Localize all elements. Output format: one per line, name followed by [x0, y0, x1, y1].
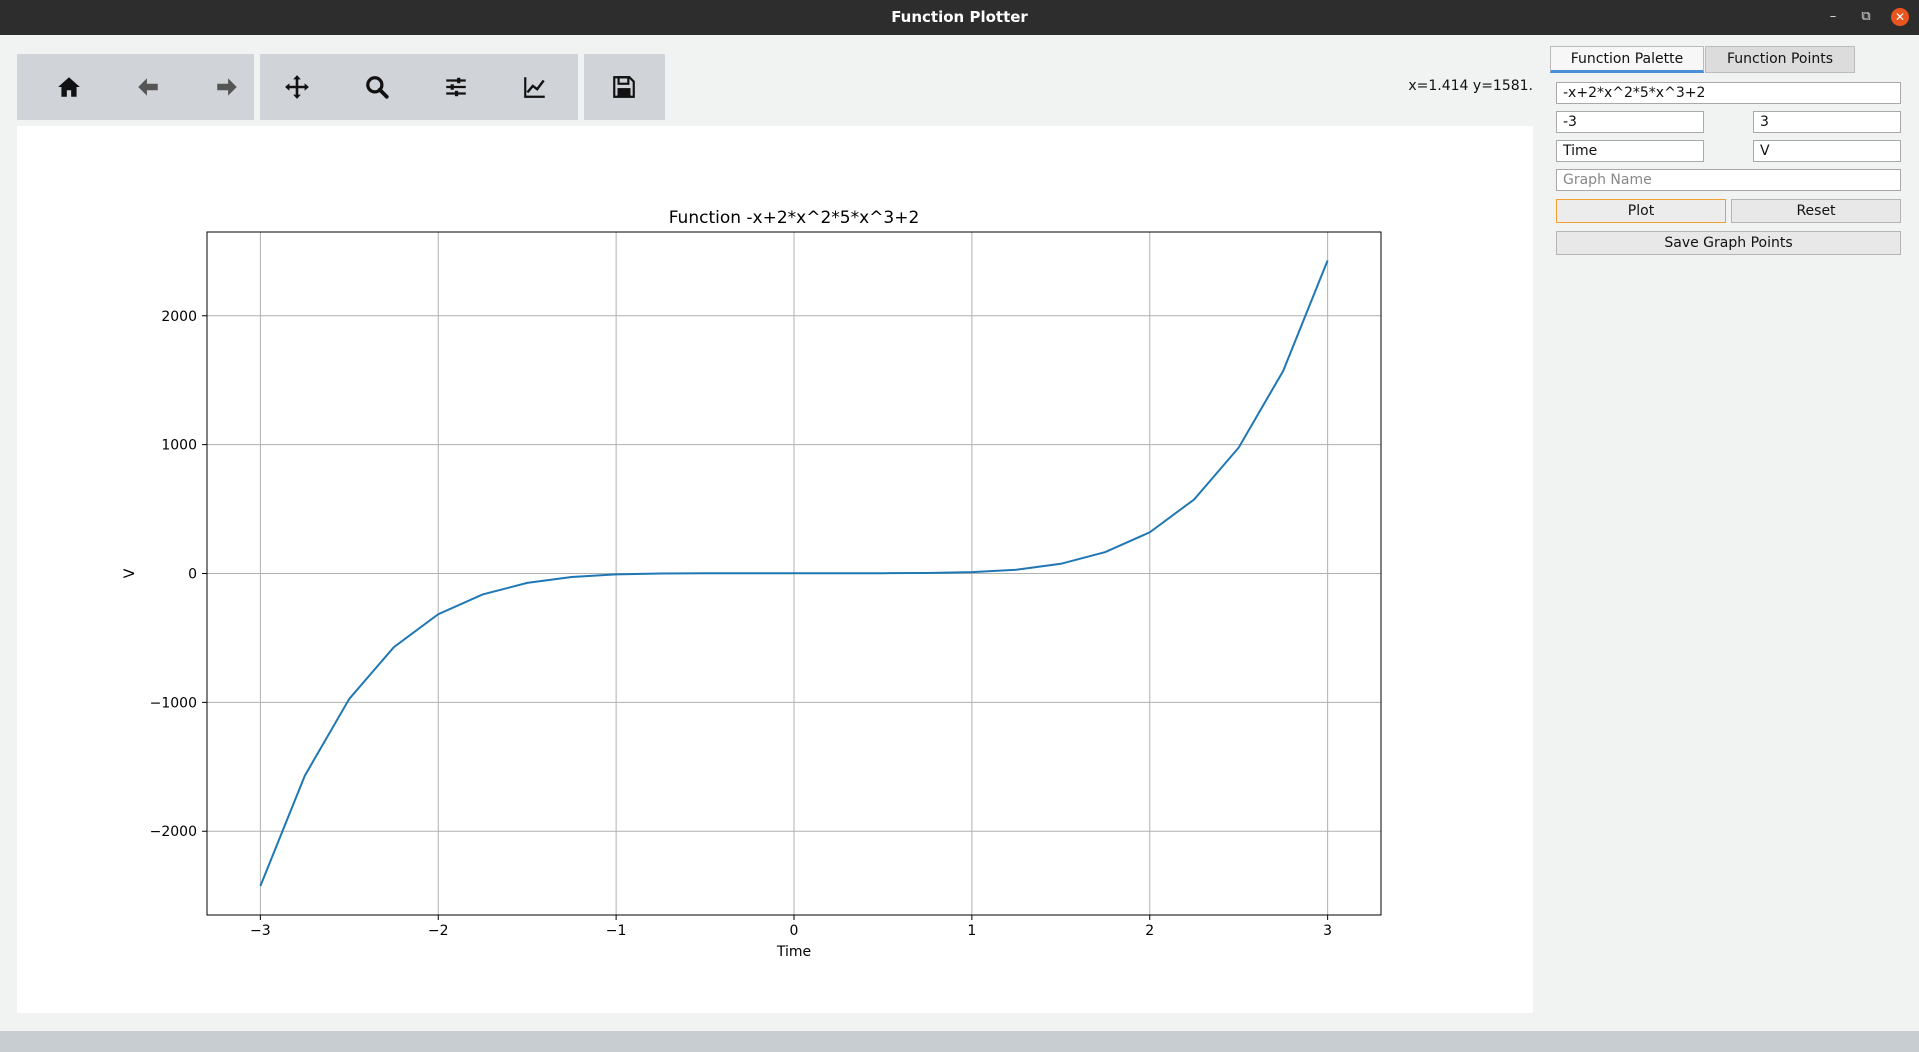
zoom-button[interactable]: [342, 54, 412, 120]
x-tick-label: −3: [250, 923, 271, 939]
x-min-input[interactable]: [1556, 111, 1704, 133]
cursor-coordinates: x=1.414 y=1581.: [1408, 78, 1533, 94]
x-label-input[interactable]: [1556, 140, 1704, 162]
y-tick-label: −1000: [150, 695, 197, 711]
home-icon: [58, 77, 80, 97]
tools-toolbar-group: [260, 54, 578, 120]
reset-button[interactable]: Reset: [1731, 199, 1901, 223]
zoom-icon: [366, 76, 389, 99]
close-icon[interactable]: ✕: [1891, 8, 1909, 26]
edit-axis-icon: [524, 77, 545, 98]
y-tick-label: −2000: [150, 824, 197, 840]
x-tick-label: 1: [967, 923, 976, 939]
save-graph-points-button[interactable]: Save Graph Points: [1556, 231, 1901, 255]
x-tick-label: 2: [1145, 923, 1154, 939]
y-tick-label: 2000: [161, 309, 197, 325]
save-button[interactable]: [589, 54, 659, 120]
back-arrow-icon: [138, 78, 158, 96]
minimize-icon[interactable]: –: [1824, 8, 1842, 26]
graph-name-input[interactable]: [1556, 169, 1901, 191]
tab-function-points[interactable]: Function Points: [1705, 46, 1855, 73]
title-bar: Function Plotter – ⧉ ✕: [0, 0, 1919, 35]
chart-title: Function -x+2*x^2*5*x^3+2: [669, 208, 920, 228]
y-label-input[interactable]: [1753, 140, 1901, 162]
configure-subplots-button[interactable]: [421, 54, 491, 120]
back-button[interactable]: [113, 54, 183, 120]
x-tick-label: 3: [1323, 923, 1332, 939]
tab-function-palette[interactable]: Function Palette: [1550, 46, 1704, 73]
plot-canvas[interactable]: −3 −2 −1 0 1 2 3 −2000 −1000 0 1000 2000 Function -x…: [17, 126, 1533, 1013]
x-axis-label: Time: [776, 944, 811, 960]
pan-icon: [285, 75, 309, 99]
function-input[interactable]: [1556, 82, 1901, 104]
x-tick-label: 0: [790, 923, 799, 939]
function-chart: −3 −2 −1 0 1 2 3 −2000 −1000 0 1000 2000 Function -x…: [122, 208, 1382, 960]
forward-button[interactable]: [192, 54, 262, 120]
navigation-toolbar-group: [17, 54, 254, 120]
home-button[interactable]: [34, 54, 104, 120]
y-tick-label: 0: [188, 567, 197, 583]
save-toolbar-group: [584, 54, 665, 120]
x-max-input[interactable]: [1753, 111, 1901, 133]
forward-arrow-icon: [217, 78, 237, 96]
configure-subplots-icon: [446, 77, 466, 97]
save-icon: [613, 76, 635, 98]
pan-button[interactable]: [262, 54, 332, 120]
edit-axis-button[interactable]: [500, 54, 570, 120]
y-tick-label: 1000: [161, 438, 197, 454]
window-title: Function Plotter: [891, 8, 1028, 26]
x-tick-label: −2: [428, 923, 449, 939]
x-tick-label: −1: [606, 923, 627, 939]
maximize-icon[interactable]: ⧉: [1857, 8, 1875, 26]
plot-button[interactable]: Plot: [1556, 199, 1726, 223]
y-axis-label: V: [122, 568, 138, 578]
status-bar: [0, 1031, 1919, 1052]
